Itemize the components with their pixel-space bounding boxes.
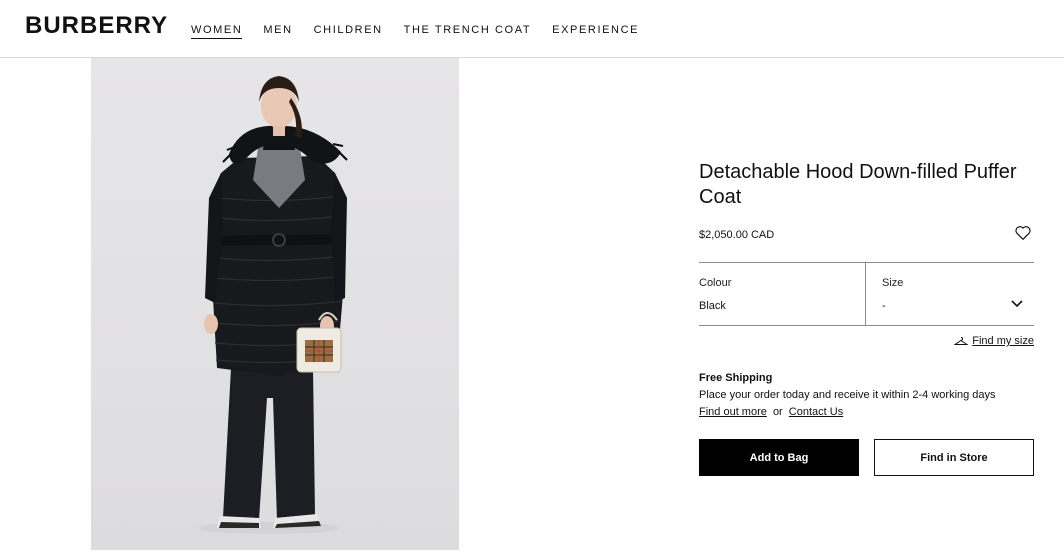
size-label: Size [882, 277, 904, 289]
find-my-size-link[interactable]: Find my size [954, 335, 1034, 347]
colour-value: Black [699, 300, 726, 312]
site-header: BURBERRY WOMEN MEN CHILDREN THE TRENCH C… [0, 0, 1064, 58]
product-image[interactable] [91, 58, 459, 550]
brand-logo[interactable]: BURBERRY [25, 12, 168, 40]
chevron-down-icon[interactable] [1010, 299, 1024, 309]
shipping-heading: Free Shipping [699, 372, 773, 384]
size-selector[interactable]: Size - [866, 263, 1034, 325]
product-price: $2,050.00 CAD [699, 229, 775, 241]
model-illustration [199, 76, 348, 534]
colour-label: Colour [699, 277, 732, 289]
find-in-store-button[interactable]: Find in Store [874, 439, 1034, 476]
nav-item-trench-coat[interactable]: THE TRENCH COAT [404, 24, 532, 39]
product-options: Colour Black Size - [699, 262, 1034, 326]
find-out-more-link[interactable]: Find out more [699, 406, 767, 418]
nav-item-men[interactable]: MEN [263, 24, 292, 39]
or-text: or [772, 406, 783, 418]
colour-selector[interactable]: Colour Black [699, 263, 866, 325]
shipping-text: Place your order today and receive it wi… [699, 389, 996, 401]
main-nav: WOMEN MEN CHILDREN THE TRENCH COAT EXPER… [191, 24, 660, 39]
heart-icon[interactable] [1014, 224, 1032, 242]
shipping-links: Find out more or Contact Us [699, 404, 1034, 421]
product-title: Detachable Hood Down-filled Puffer Coat [699, 161, 1017, 208]
nav-item-experience[interactable]: EXPERIENCE [552, 24, 639, 39]
hanger-icon [954, 337, 969, 345]
find-my-size-label[interactable]: Find my size [972, 335, 1034, 347]
size-value: - [882, 300, 886, 312]
nav-item-children[interactable]: CHILDREN [314, 24, 383, 39]
contact-us-link[interactable]: Contact Us [789, 406, 843, 418]
price-row: $2,050.00 CAD [699, 224, 1034, 248]
nav-item-women[interactable]: WOMEN [191, 24, 243, 39]
shipping-info: Free Shipping Place your order today and… [699, 370, 1034, 421]
product-details: Detachable Hood Down-filled Puffer Coat … [699, 160, 1034, 476]
add-to-bag-button[interactable]: Add to Bag [699, 439, 859, 476]
